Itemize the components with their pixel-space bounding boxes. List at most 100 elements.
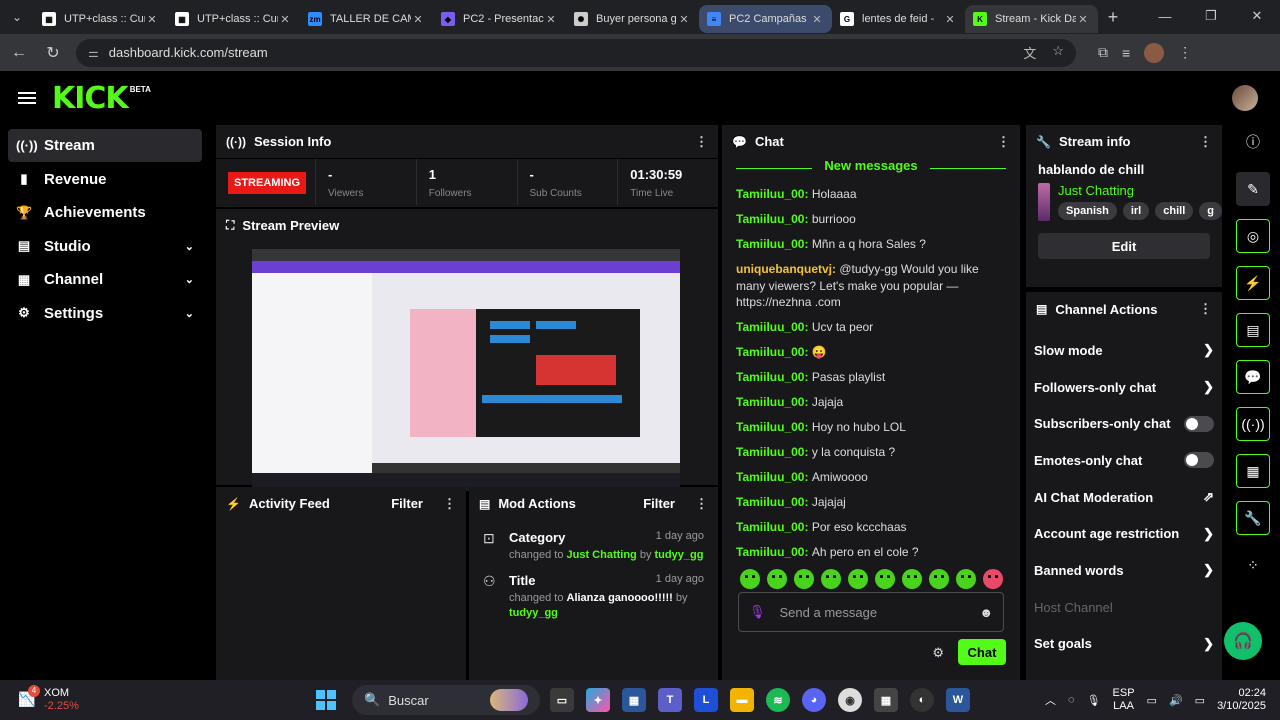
category-link[interactable]: Just Chatting — [1058, 183, 1222, 198]
chat-username[interactable]: Tamiiluu_00 — [736, 370, 804, 384]
chat-username[interactable]: Tamiiluu_00 — [736, 395, 804, 409]
maximize-button[interactable]: ❐ — [1188, 0, 1234, 32]
sidebar-item-achievements[interactable]: 🏆 Achievements — [8, 196, 202, 229]
emote-icon[interactable] — [767, 569, 787, 589]
stock-widget[interactable]: 📉 4 XOM -2.25% — [18, 685, 108, 713]
apps-icon[interactable]: ⁘ — [1236, 548, 1270, 582]
windows-start-icon[interactable] — [316, 690, 336, 710]
display-icon[interactable]: ▭ — [1147, 694, 1157, 707]
emote-icon[interactable] — [848, 569, 868, 589]
language-indicator[interactable]: ESP LAA — [1113, 687, 1135, 713]
media-controls-icon[interactable]: ≡ — [1122, 45, 1130, 61]
emote-icon[interactable] — [875, 569, 895, 589]
pencil-icon[interactable]: ✎ — [1236, 172, 1270, 206]
mod-filter-button[interactable]: Filter — [643, 496, 675, 511]
minimize-button[interactable]: — — [1142, 0, 1188, 32]
file-explorer-icon[interactable]: ▬ — [730, 688, 754, 712]
kebab-menu-icon[interactable]: ⋮ — [443, 496, 456, 512]
copilot-icon[interactable]: ✦ — [586, 688, 610, 712]
user-avatar[interactable] — [1232, 85, 1258, 111]
kick-logo[interactable]: KICK — [52, 81, 129, 116]
tab-close-icon[interactable]: ✕ — [411, 13, 425, 26]
wrench-icon[interactable]: 🔧 — [1236, 501, 1270, 535]
stream-preview-video[interactable] — [252, 249, 680, 491]
task-view-icon[interactable]: ▭ — [550, 688, 574, 712]
microphone-icon[interactable]: 🎙 — [1087, 694, 1101, 707]
emoji-icon[interactable]: ☻ — [979, 605, 993, 620]
tab-close-icon[interactable]: ✕ — [677, 13, 691, 26]
browser-tab[interactable]: ▦ UTP+class :: Cur ✕ — [34, 5, 167, 33]
tab-close-icon[interactable]: ✕ — [810, 13, 824, 26]
mod-action-user[interactable]: tudyy_gg — [655, 549, 704, 561]
kebab-menu-icon[interactable]: ⋮ — [695, 496, 708, 512]
obs-icon[interactable]: ◐ — [910, 688, 934, 712]
chat-send-button[interactable]: Chat — [958, 639, 1006, 665]
emote-icon[interactable] — [902, 569, 922, 589]
chat-username[interactable]: Tamiiluu_00 — [736, 520, 804, 534]
kebab-menu-icon[interactable]: ⋮ — [1199, 134, 1212, 150]
channel-action-banned-words[interactable]: Banned words ❯ — [1026, 552, 1222, 589]
broadcast-icon[interactable]: ((·)) — [1236, 407, 1270, 441]
channel-action-subscribers-only-chat[interactable]: Subscribers-only chat — [1026, 405, 1222, 442]
chat-username[interactable]: Tamiiluu_00 — [736, 187, 804, 201]
layout-icon[interactable]: ▦ — [1236, 454, 1270, 488]
chat-username[interactable]: Tamiiluu_00 — [736, 212, 804, 226]
site-info-icon[interactable]: ⚌ — [88, 46, 99, 60]
edit-stream-info-button[interactable]: Edit — [1038, 233, 1210, 259]
channel-action-ai-chat-moderation[interactable]: AI Chat Moderation ⇗ — [1026, 479, 1222, 516]
clock[interactable]: 02:24 3/10/2025 — [1217, 687, 1266, 713]
tab-close-icon[interactable]: ✕ — [145, 13, 159, 26]
lightning-icon[interactable]: ⚡ — [1236, 266, 1270, 300]
kebab-menu-icon[interactable]: ⋮ — [997, 134, 1010, 150]
toggle-switch[interactable] — [1184, 452, 1214, 469]
target-icon[interactable]: ◎ — [1236, 219, 1270, 253]
emote-icon[interactable] — [740, 569, 760, 589]
activity-filter-button[interactable]: Filter — [391, 496, 423, 511]
discord-icon[interactable]: ◕ — [802, 688, 826, 712]
chat-username[interactable]: Tamiiluu_00 — [736, 470, 804, 484]
profile-avatar[interactable] — [1144, 42, 1165, 63]
address-bar[interactable]: ⚌ dashboard.kick.com/stream 文 ☆ — [76, 38, 1076, 67]
browser-tab[interactable]: ≡ PC2 Campañas ✕ — [699, 5, 832, 33]
browser-tab[interactable]: ◆ PC2 - Presentaci ✕ — [433, 5, 566, 33]
sidebar-item-settings[interactable]: ⚙ Settings ⌄ — [8, 297, 202, 330]
chat-bubble-icon[interactable]: 💬 — [1236, 360, 1270, 394]
chat-username[interactable]: Tamiiluu_00 — [736, 495, 804, 509]
emote-icon[interactable] — [956, 569, 976, 589]
toggle-switch[interactable] — [1184, 415, 1214, 432]
emote-icon[interactable] — [794, 569, 814, 589]
tab-search-button[interactable]: ⌄ — [0, 0, 34, 34]
info-icon[interactable]: ⓘ — [1236, 125, 1270, 159]
channel-action-slow-mode[interactable]: Slow mode ❯ — [1026, 332, 1222, 369]
kebab-menu-icon[interactable]: ⋮ — [695, 134, 708, 150]
close-window-button[interactable]: ✕ — [1234, 0, 1280, 32]
chat-username[interactable]: Tamiiluu_00 — [736, 420, 804, 434]
tray-chevron-icon[interactable]: ︿ — [1045, 692, 1056, 708]
battery-icon[interactable]: ▭ — [1195, 694, 1205, 707]
word-icon[interactable]: W — [946, 688, 970, 712]
location-icon[interactable]: ◌ — [1068, 694, 1075, 706]
support-headset-icon[interactable]: 🎧 — [1224, 622, 1262, 660]
calculator-icon[interactable]: ▦ — [874, 688, 898, 712]
stream-tag[interactable]: chill — [1155, 202, 1194, 220]
menu-icon[interactable] — [18, 89, 36, 107]
app-l-icon[interactable]: L — [694, 688, 718, 712]
volume-icon[interactable]: 🔊 — [1169, 694, 1183, 707]
mod-action-user[interactable]: tudyy_gg — [509, 607, 558, 619]
channel-action-set-goals[interactable]: Set goals ❯ — [1026, 626, 1222, 663]
sidebar-item-revenue[interactable]: ▮ Revenue — [8, 163, 202, 196]
emote-icon[interactable] — [983, 569, 1003, 589]
browser-tab[interactable]: K Stream - Kick Da ✕ — [965, 5, 1098, 33]
browser-tab[interactable]: G lentes de feid - ✕ — [832, 5, 965, 33]
sidebar-item-stream[interactable]: ((·)) Stream — [8, 129, 202, 162]
microphone-icon[interactable]: 🎙 — [749, 604, 766, 620]
sidebar-item-studio[interactable]: ▤ Studio ⌄ — [8, 230, 202, 263]
browser-menu-icon[interactable]: ⋮ — [1178, 44, 1192, 61]
channel-action-emotes-only-chat[interactable]: Emotes-only chat — [1026, 442, 1222, 479]
stream-tag[interactable]: g — [1199, 202, 1222, 220]
store-icon[interactable]: ▦ — [622, 688, 646, 712]
chat-username[interactable]: Tamiiluu_00 — [736, 345, 804, 359]
stream-tag[interactable]: irl — [1122, 202, 1150, 220]
browser-tab[interactable]: ✺ Buyer persona g ✕ — [566, 5, 699, 33]
reload-button[interactable]: ↻ — [38, 38, 68, 68]
